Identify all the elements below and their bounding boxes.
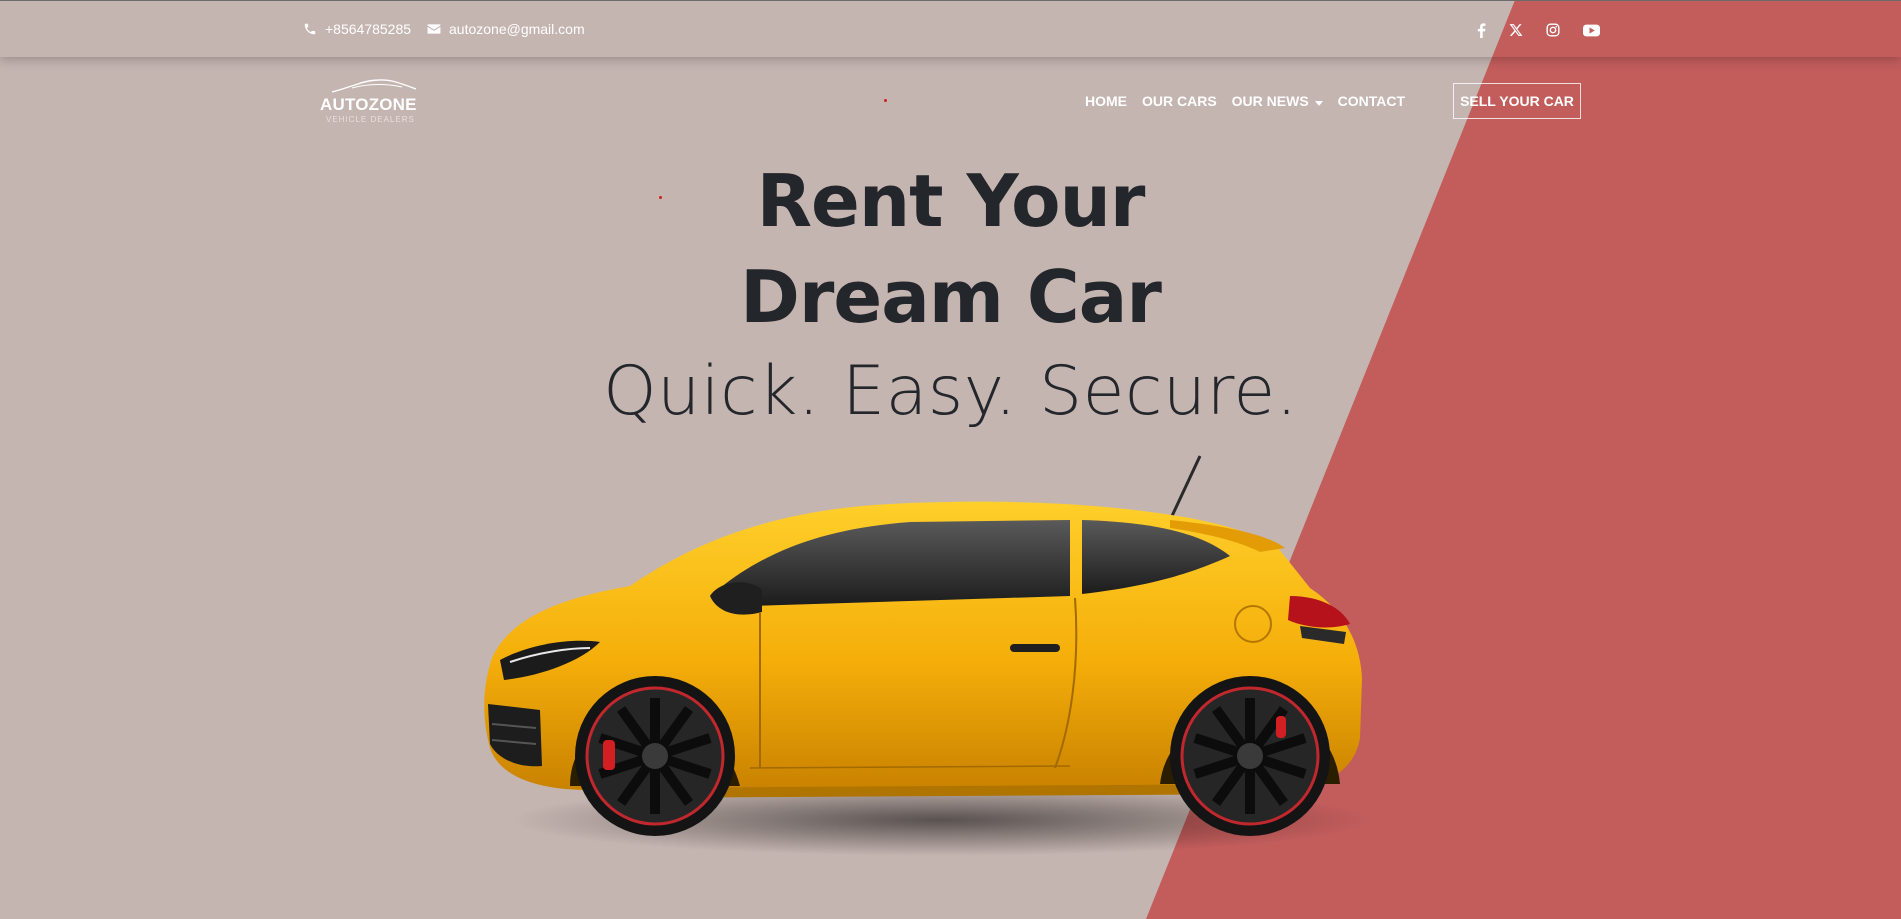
nav-item-our-cars-label: OUR CARS (1142, 93, 1217, 109)
nav-item-contact[interactable]: CONTACT (1338, 93, 1405, 109)
instagram-icon[interactable] (1542, 20, 1564, 40)
hero-heading: Rent Your Dream Car (0, 153, 1901, 345)
hero-heading-line-1: Rent Your (756, 159, 1146, 243)
envelope-icon (427, 23, 441, 35)
nav-menu: HOME OUR CARS OUR NEWS CONTACT (1085, 93, 1405, 109)
nav-item-our-news[interactable]: OUR NEWS (1232, 93, 1323, 109)
phone-number: +8564785285 (325, 21, 412, 37)
facebook-icon[interactable] (1470, 20, 1492, 40)
logo-tagline: VEHICLE DEALERS (326, 115, 415, 124)
phone-icon (303, 22, 317, 36)
nav-item-contact-label: CONTACT (1337, 93, 1406, 109)
nav-item-our-cars[interactable]: OUR CARS (1142, 93, 1217, 109)
caret-down-icon (1314, 93, 1323, 109)
logo-brand-text: AUTOZONE (320, 95, 417, 114)
sell-your-car-button[interactable]: SELL YOUR CAR (1453, 83, 1581, 119)
main-navbar: AUTOZONE VEHICLE DEALERS HOME OUR CARS O… (0, 56, 1901, 146)
nav-item-home-label: HOME (1085, 93, 1127, 109)
top-contact-bar: +8564785285 autozone@gmail.com (0, 0, 1901, 57)
youtube-icon[interactable] (1580, 20, 1602, 40)
email-contact[interactable]: autozone@gmail.com (427, 21, 585, 37)
x-icon[interactable] (1505, 20, 1527, 40)
nav-item-home[interactable]: HOME (1085, 93, 1127, 109)
nav-item-our-news-label: OUR NEWS (1231, 93, 1309, 109)
autozone-logo[interactable]: AUTOZONE VEHICLE DEALERS (318, 78, 428, 128)
hero-subtitle: Quick. Easy. Secure. (603, 352, 1298, 431)
car-silhouette-logo-icon (331, 79, 417, 93)
email-address: autozone@gmail.com (449, 21, 585, 37)
hero-heading-line-2: Dream Car (740, 255, 1162, 339)
yellow-hatchback-car-image (484, 455, 1370, 856)
phone-contact[interactable]: +8564785285 (303, 21, 411, 37)
